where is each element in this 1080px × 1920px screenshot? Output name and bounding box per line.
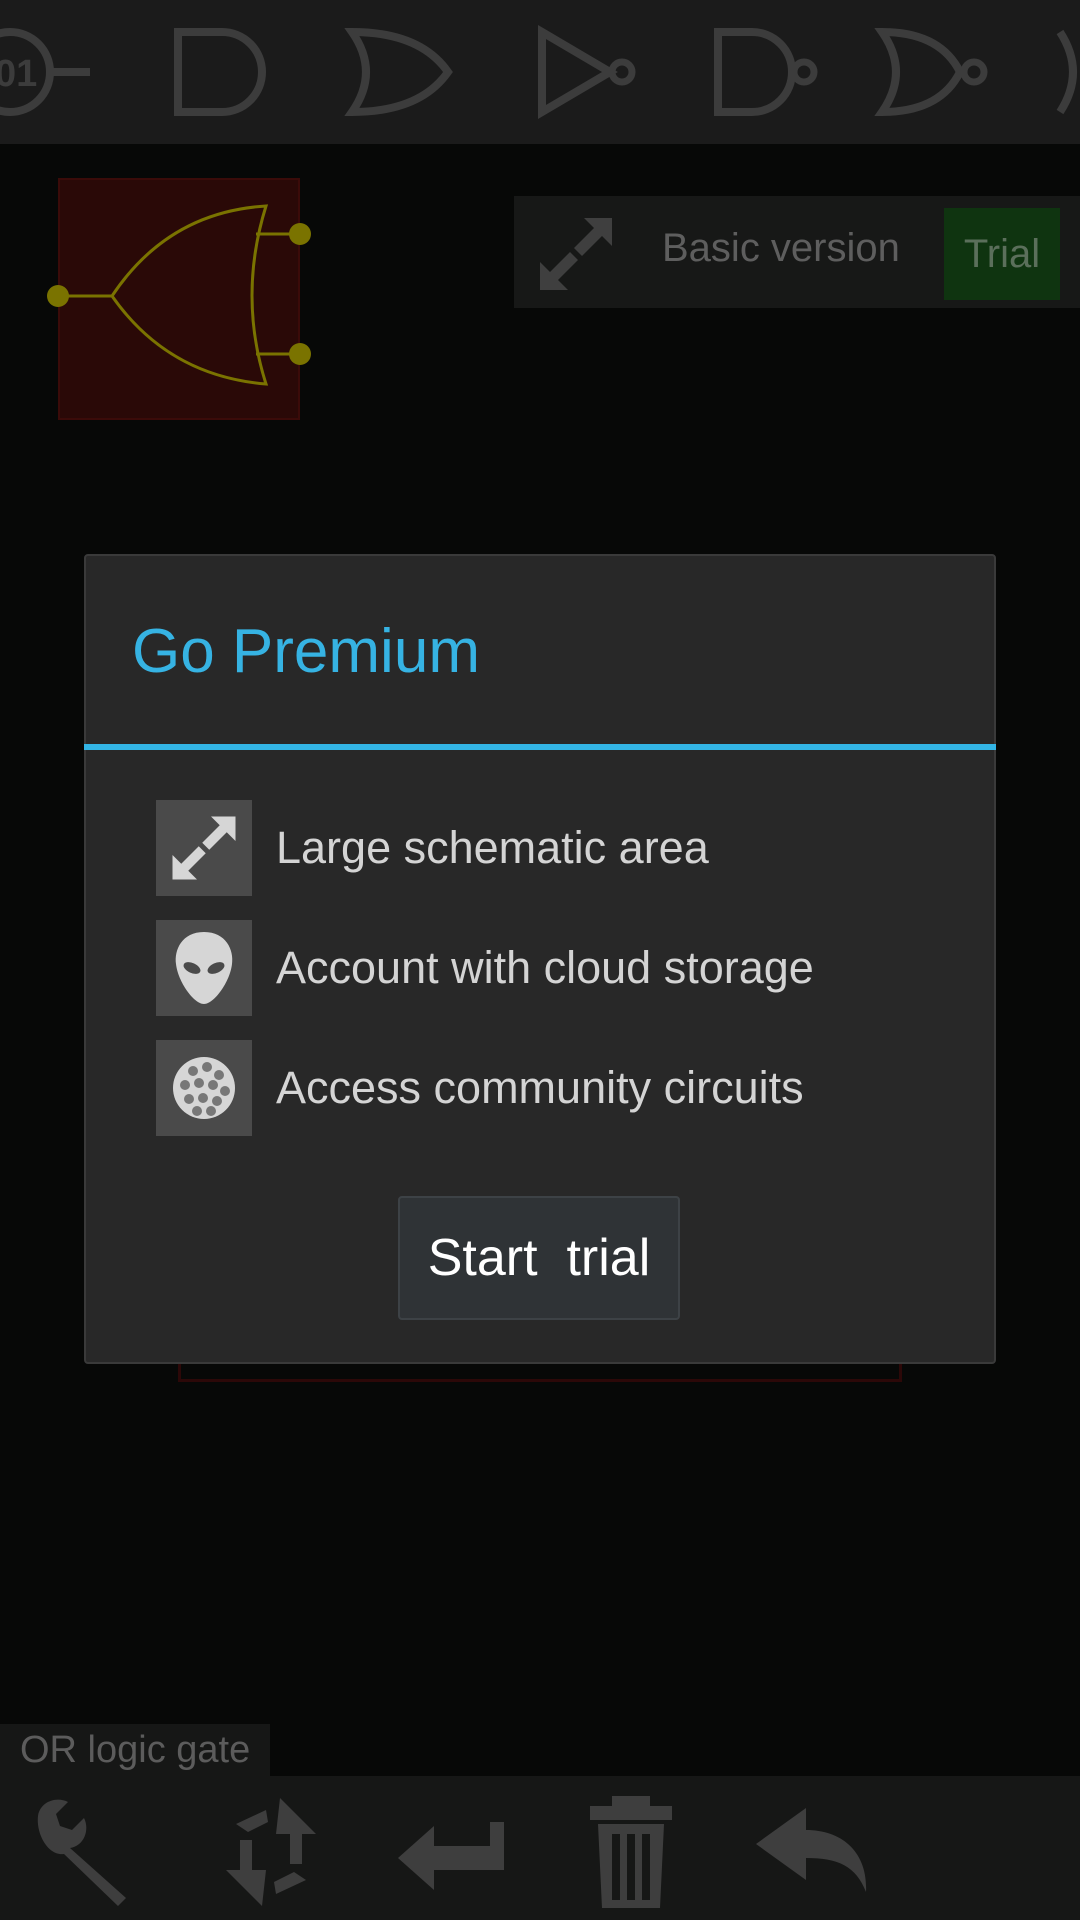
dialog-divider — [84, 744, 996, 750]
svg-text:01: 01 — [0, 53, 37, 95]
and-gate-icon[interactable] — [160, 20, 290, 124]
wrench-icon[interactable] — [26, 1794, 156, 1910]
feature-item: Large schematic area — [156, 800, 916, 896]
nor-gate-icon[interactable] — [870, 20, 1000, 124]
feature-label: Account with cloud storage — [276, 942, 814, 993]
feature-label: Large schematic area — [276, 822, 709, 873]
trash-icon[interactable] — [566, 1794, 696, 1910]
feature-item: Account with cloud storage — [156, 920, 916, 1016]
version-bar: Basic version Trial — [514, 196, 1080, 308]
alien-account-icon — [156, 920, 252, 1016]
rotate-icon[interactable] — [206, 1794, 336, 1910]
undo-icon[interactable] — [750, 1794, 880, 1910]
xor-gate-icon[interactable] — [1050, 20, 1080, 124]
gate-palette: 01 — [0, 0, 1080, 144]
version-label: Basic version — [662, 226, 900, 270]
start-trial-button[interactable]: Start trial — [398, 1196, 680, 1320]
selected-component-label: OR logic gate — [0, 1724, 271, 1776]
feature-label: Access community circuits — [276, 1062, 804, 1113]
dialog-title: Go Premium — [132, 617, 480, 686]
or-gate-icon[interactable] — [340, 20, 470, 124]
flip-icon[interactable] — [390, 1794, 520, 1910]
input-gate-icon[interactable]: 01 — [0, 20, 90, 124]
not-gate-icon[interactable] — [520, 20, 650, 124]
bottom-toolbar — [0, 1776, 1080, 1920]
expand-arrows-icon[interactable] — [536, 214, 616, 294]
trial-button[interactable]: Trial — [944, 208, 1060, 300]
expand-arrows-icon — [156, 800, 252, 896]
globe-icon — [156, 1040, 252, 1136]
nand-gate-icon[interactable] — [700, 20, 830, 124]
feature-item: Access community circuits — [156, 1040, 916, 1136]
or-gate-icon — [47, 204, 311, 386]
or-gate-component[interactable] — [47, 178, 311, 420]
